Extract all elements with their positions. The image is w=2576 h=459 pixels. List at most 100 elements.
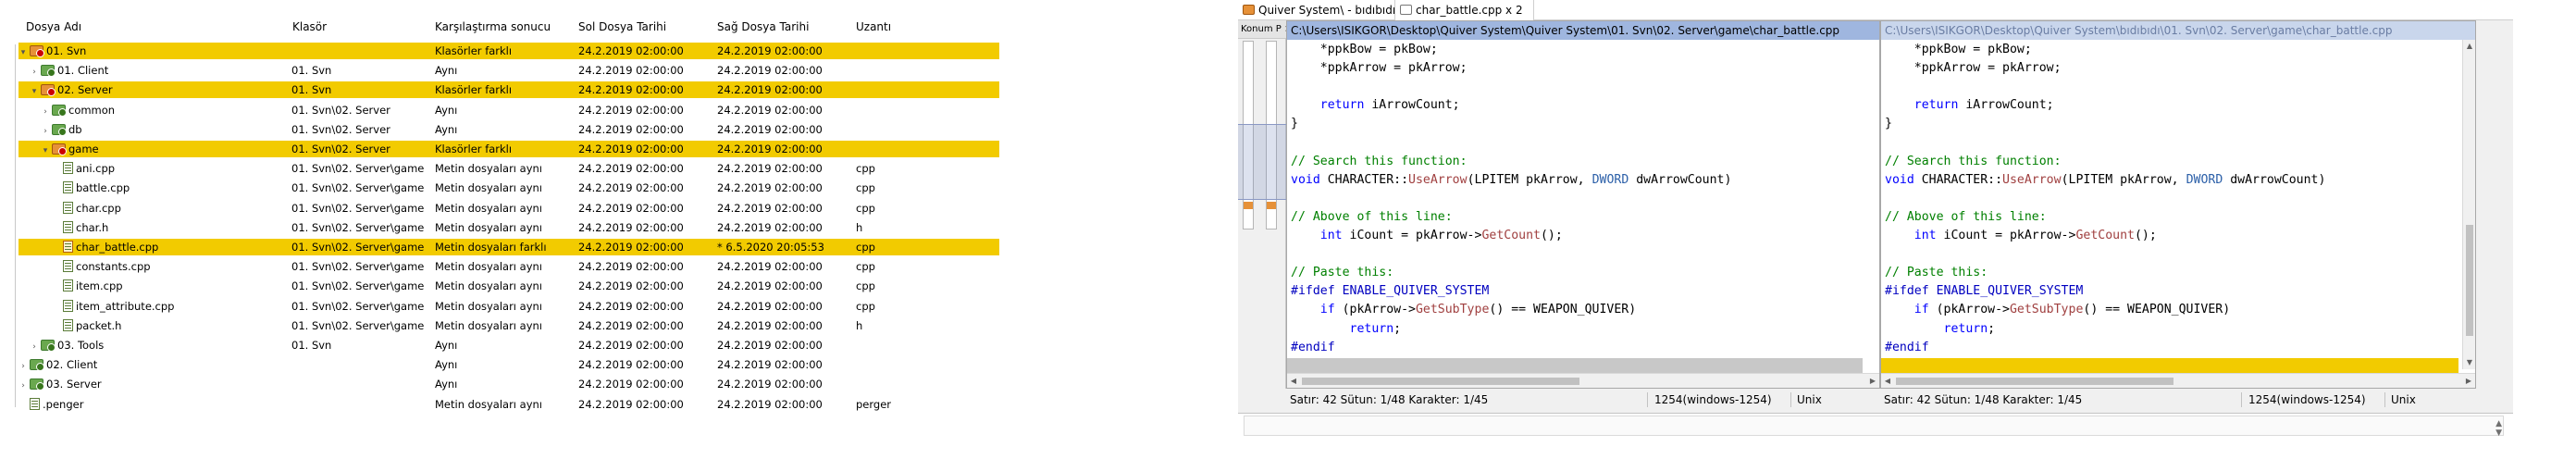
tree-row[interactable]: item_attribute.cpp 01. Svn\02. Server\gam…: [19, 298, 999, 315]
code-line[interactable]: [1291, 135, 1863, 152]
scroll-right-arrow-icon[interactable]: ▶: [1866, 374, 1879, 388]
tab-folder-compare[interactable]: Quiver System\ - bıdıbıdı\: [1238, 0, 1399, 20]
collapse-arrow-icon[interactable]: ▾: [41, 143, 50, 159]
expand-arrow-icon[interactable]: ›: [19, 378, 28, 394]
tree-row[interactable]: .penger Metin dosyaları aynı 24.2.2019 02:…: [19, 396, 999, 413]
tree-row[interactable]: packet.h 01. Svn\02. Server\game Metin dos…: [19, 317, 999, 334]
tree-row[interactable]: › common 01. Svn\02. Server Aynı 24.2.2019 0…: [19, 102, 999, 118]
code-line[interactable]: [1291, 191, 1863, 207]
code-line[interactable]: void CHARACTER::UseArrow(LPITEM pkArrow,…: [1291, 172, 1863, 189]
tree-row[interactable]: char.cpp 01. Svn\02. Server\game Metin dos…: [19, 200, 999, 217]
left-file-pane[interactable]: C:\Users\ISIKGOR\Desktop\Quiver System\Q…: [1286, 20, 1880, 389]
code-line[interactable]: [1885, 246, 2458, 263]
right-horizontal-scrollbar[interactable]: ◀ ▶: [1881, 373, 2475, 388]
code-token: iCount = pkArrow->: [1342, 229, 1482, 242]
code-line[interactable]: *ppkArrow = pkArrow;: [1291, 60, 1863, 77]
column-header-name[interactable]: Dosya Adı: [26, 20, 81, 33]
tree-row[interactable]: ani.cpp 01. Svn\02. Server\game Metin dosy…: [19, 160, 999, 177]
scroll-thumb[interactable]: [1896, 378, 2174, 385]
right-file-pane[interactable]: C:\Users\ISIKGOR\Desktop\Quiver System\b…: [1880, 20, 2476, 389]
tree-row[interactable]: item.cpp 01. Svn\02. Server\game Metin dos…: [19, 278, 999, 294]
code-token: return: [1291, 98, 1365, 113]
collapse-arrow-icon[interactable]: ▾: [19, 44, 28, 61]
code-line[interactable]: [1291, 79, 1863, 95]
expand-arrow-icon[interactable]: ›: [30, 339, 39, 355]
tree-cell-left-date: 24.2.2019 02:00:00: [578, 397, 684, 411]
code-line[interactable]: void CHARACTER::UseArrow(LPITEM pkArrow,…: [1885, 172, 2458, 189]
code-line[interactable]: [1291, 246, 1863, 263]
code-line[interactable]: #endif: [1291, 340, 1863, 356]
expand-arrow-icon[interactable]: ›: [41, 104, 50, 120]
code-line[interactable]: // Above of this line:: [1885, 209, 2458, 226]
pane-arrows-icon[interactable]: ▲ ▼: [2496, 419, 2502, 438]
file-icon: [63, 162, 73, 175]
code-line[interactable]: // Paste this:: [1885, 265, 2458, 281]
code-line[interactable]: // Above of this line:: [1291, 209, 1863, 226]
tree-row[interactable]: char.h 01. Svn\02. Server\game Metin dosya…: [19, 219, 999, 236]
tree-row[interactable]: ▾ 01. Svn Klasörler farklı 24.2.2019 02:00:…: [19, 43, 999, 59]
collapse-arrow-icon[interactable]: ▾: [30, 83, 39, 100]
code-token: #ifdef ENABLE_QUIVER_SYSTEM: [1291, 284, 1490, 299]
code-line[interactable]: }: [1291, 116, 1863, 132]
tree-row[interactable]: battle.cpp 01. Svn\02. Server\game Metin d…: [19, 180, 999, 196]
column-header-folder[interactable]: Klasör: [292, 20, 327, 33]
code-line[interactable]: return iArrowCount;: [1885, 97, 2458, 114]
code-line[interactable]: return;: [1885, 321, 2458, 338]
code-line[interactable]: *ppkBow = pkBow;: [1291, 42, 1863, 58]
code-line[interactable]: [1885, 79, 2458, 95]
code-line[interactable]: return;: [1291, 321, 1863, 338]
scroll-thumb[interactable]: [2466, 225, 2473, 336]
code-line[interactable]: }: [1885, 116, 2458, 132]
code-line[interactable]: [1881, 357, 2458, 375]
code-line[interactable]: [1885, 135, 2458, 152]
code-line[interactable]: // Search this function:: [1885, 154, 2458, 170]
diff-detail-line[interactable]: [1244, 416, 2504, 436]
expand-arrow-icon[interactable]: ›: [30, 64, 39, 81]
scroll-thumb[interactable]: [1302, 378, 1579, 385]
code-line[interactable]: [1287, 357, 1863, 375]
location-pane[interactable]: Konum P ×: [1238, 20, 1286, 389]
code-line[interactable]: if (pkArrow->GetSubType() == WEAPON_QUIV…: [1885, 302, 2458, 318]
code-line[interactable]: #ifdef ENABLE_QUIVER_SYSTEM: [1291, 283, 1863, 300]
tree-row[interactable]: › 03. Server Aynı 24.2.2019 02:00:00 24.2.20…: [19, 376, 999, 392]
code-line[interactable]: return iArrowCount;: [1291, 97, 1863, 114]
code-line[interactable]: *ppkArrow = pkArrow;: [1885, 60, 2458, 77]
tree-cell-name: constants.cpp: [19, 258, 287, 275]
folder-icon: [52, 104, 67, 117]
scroll-down-arrow-icon[interactable]: ▼: [2463, 356, 2475, 369]
tree-row[interactable]: constants.cpp 01. Svn\02. Server\game Meti…: [19, 258, 999, 275]
column-header-left-date[interactable]: Sol Dosya Tarihi: [578, 20, 666, 33]
expand-arrow-icon[interactable]: ›: [41, 123, 50, 140]
code-line[interactable]: #ifdef ENABLE_QUIVER_SYSTEM: [1885, 283, 2458, 300]
tab-file-compare[interactable]: char_battle.cpp x 2: [1395, 0, 1534, 20]
scroll-right-arrow-icon[interactable]: ▶: [2462, 374, 2475, 388]
code-line[interactable]: if (pkArrow->GetSubType() == WEAPON_QUIV…: [1291, 302, 1863, 318]
vertical-scrollbar[interactable]: ▲ ▼: [2462, 40, 2475, 369]
scroll-left-arrow-icon[interactable]: ◀: [1881, 374, 1894, 388]
tree-row[interactable]: ▾ game 01. Svn\02. Server Klasörler farklı 2…: [19, 141, 999, 157]
code-line[interactable]: // Search this function:: [1291, 154, 1863, 170]
column-header-right-date[interactable]: Sağ Dosya Tarihi: [717, 20, 809, 33]
code-line[interactable]: int iCount = pkArrow->GetCount();: [1885, 228, 2458, 244]
code-line[interactable]: #endif: [1885, 340, 2458, 356]
tree-row[interactable]: › 02. Client Aynı 24.2.2019 02:00:00 24.2.20…: [19, 356, 999, 373]
scroll-left-arrow-icon[interactable]: ◀: [1287, 374, 1300, 388]
code-token: #ifdef ENABLE_QUIVER_SYSTEM: [1885, 284, 2084, 299]
diff-detail-pane[interactable]: ▲ ▼: [1238, 413, 2513, 459]
column-header-ext[interactable]: Uzantı: [856, 20, 891, 33]
tree-row[interactable]: › db 01. Svn\02. Server Aynı 24.2.2019 02:00…: [19, 121, 999, 138]
code-line[interactable]: int iCount = pkArrow->GetCount();: [1291, 228, 1863, 244]
left-horizontal-scrollbar[interactable]: ◀ ▶: [1287, 373, 1879, 388]
code-line[interactable]: [1885, 191, 2458, 207]
tree-row[interactable]: char_battle.cpp 01. Svn\02. Server\game Me…: [19, 239, 999, 255]
code-token: int: [1885, 229, 1937, 242]
tree-row[interactable]: › 01. Client 01. Svn Aynı 24.2.2019 02:00:00…: [19, 62, 999, 79]
expand-arrow-icon[interactable]: ›: [19, 358, 28, 375]
location-viewport[interactable]: [1238, 124, 1286, 200]
code-line[interactable]: // Paste this:: [1291, 265, 1863, 281]
tree-row[interactable]: ▾ 02. Server 01. Svn Klasörler farklı 24.2.2…: [19, 81, 999, 100]
tree-row[interactable]: › 03. Tools 01. Svn Aynı 24.2.2019 02:00:00 2…: [19, 337, 999, 354]
scroll-up-arrow-icon[interactable]: ▲: [2463, 40, 2475, 53]
column-header-result[interactable]: Karşılaştırma sonucu: [435, 20, 551, 33]
code-line[interactable]: *ppkBow = pkBow;: [1885, 42, 2458, 58]
